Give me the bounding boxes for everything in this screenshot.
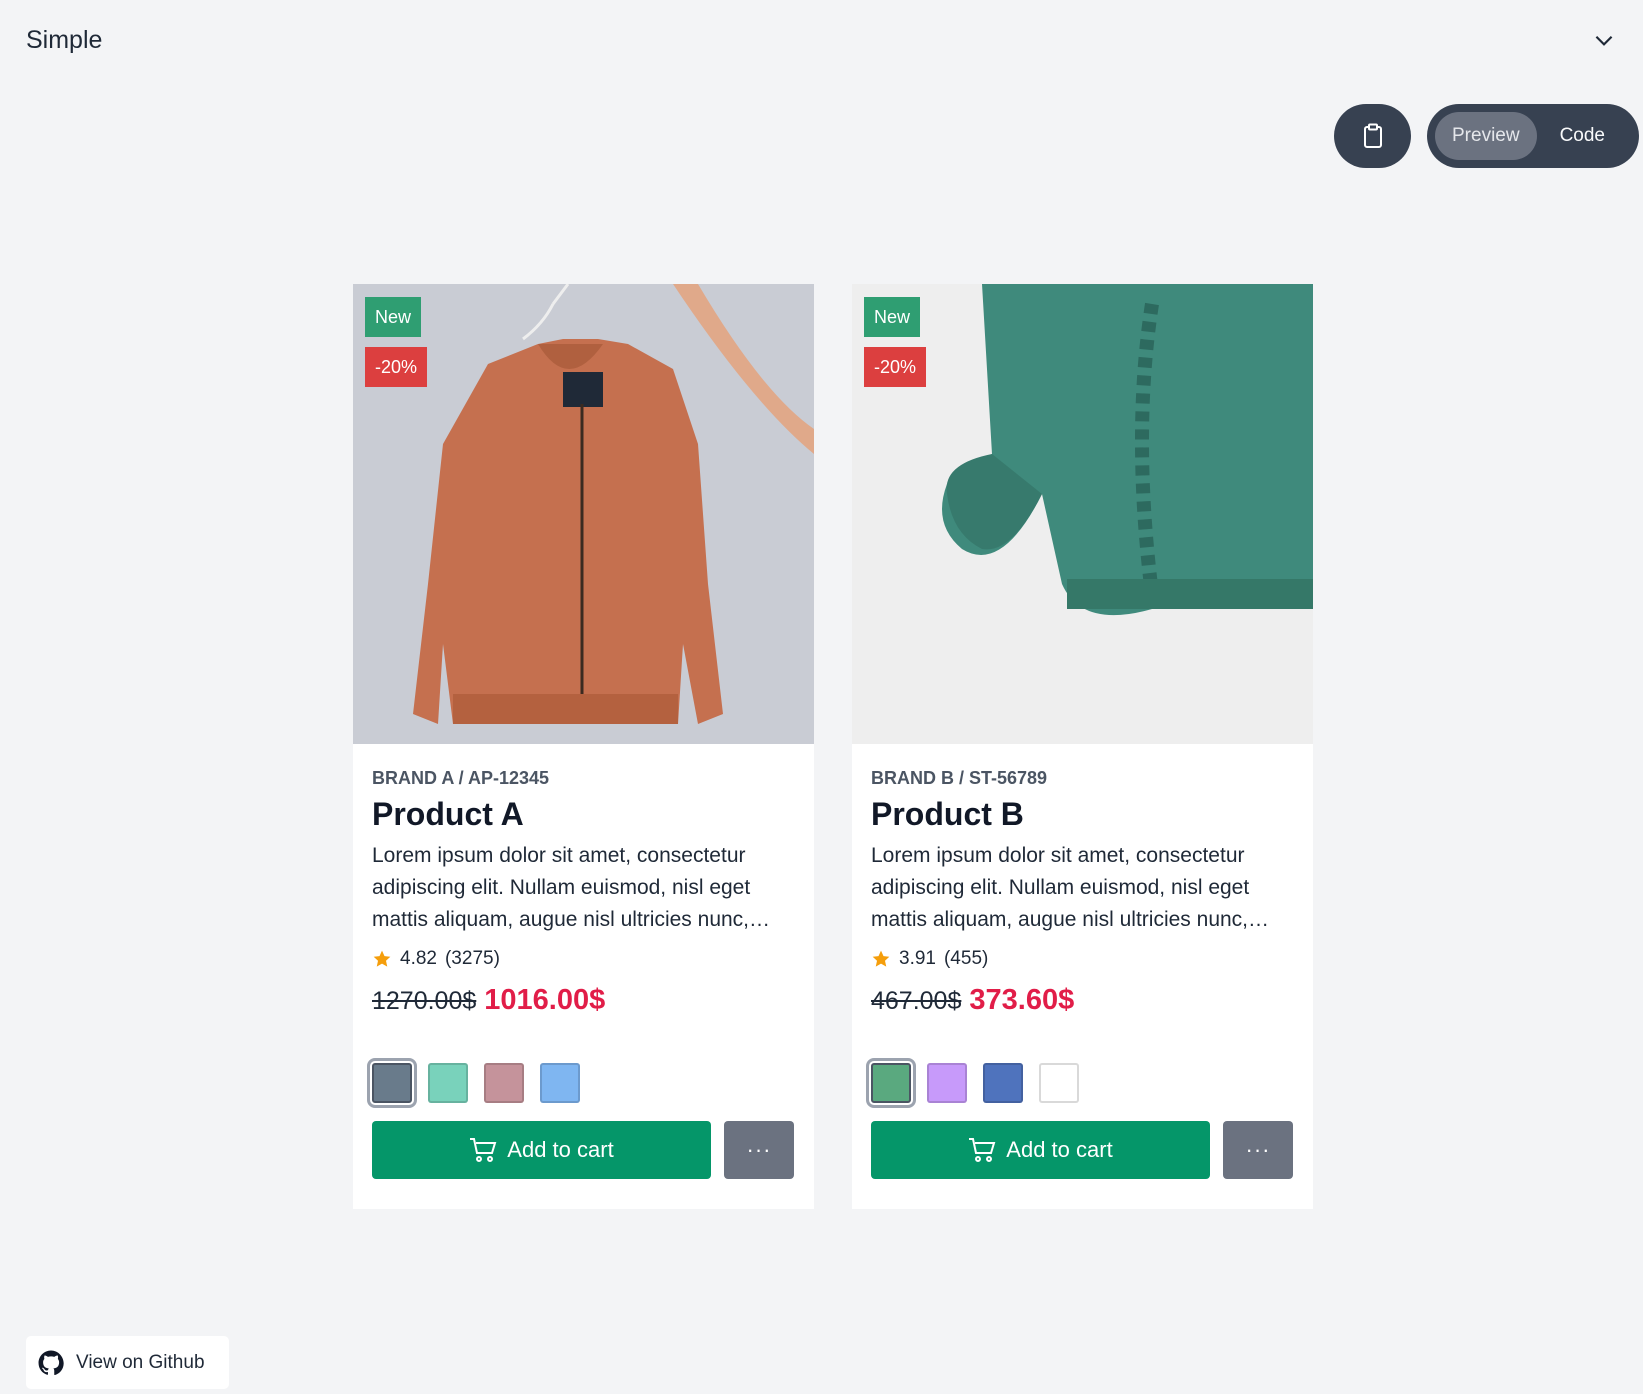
product-name[interactable]: Product A (372, 796, 795, 833)
product-card: New -20% BRAND B / ST-56789 Product B Lo… (852, 284, 1313, 1209)
old-price: 1270.00$ (372, 987, 477, 1015)
new-badge: New (365, 297, 422, 337)
star-icon (872, 950, 890, 967)
product-image[interactable]: New -20% (852, 284, 1313, 744)
color-swatch[interactable] (540, 1063, 580, 1103)
discount-badge: -20% (365, 347, 428, 387)
color-swatches (367, 1058, 795, 1108)
new-badge: New (864, 297, 921, 337)
product-card: New -20% BRAND A / AP-12345 Product A Lo… (353, 284, 814, 1209)
github-icon (38, 1350, 64, 1375)
star-icon (373, 950, 391, 967)
color-swatch[interactable] (484, 1063, 524, 1103)
rating: 3.91 (455) (871, 948, 1294, 970)
preview-tab[interactable]: Preview (1435, 112, 1537, 160)
rating-value: 3.91 (899, 948, 936, 969)
color-swatch[interactable] (983, 1063, 1023, 1103)
discount-badge: -20% (864, 347, 927, 387)
review-count: (455) (943, 948, 989, 969)
color-swatch[interactable] (367, 1058, 417, 1108)
product-description: Lorem ipsum dolor sit amet, consectetur … (871, 844, 1270, 931)
add-to-cart-button[interactable]: Add to cart (372, 1121, 711, 1179)
sale-price: 373.60$ (969, 984, 1075, 1016)
more-options-button[interactable]: ··· (724, 1121, 794, 1179)
cart-icon (470, 1138, 497, 1162)
add-to-cart-label: Add to cart (1006, 1137, 1113, 1162)
more-options-button[interactable]: ··· (1223, 1121, 1293, 1179)
copy-button[interactable] (1334, 104, 1411, 168)
color-swatch[interactable] (428, 1063, 468, 1103)
color-swatch[interactable] (1039, 1063, 1079, 1103)
rating-value: 4.82 (400, 948, 437, 969)
review-count: (3275) (444, 948, 500, 969)
color-swatches (866, 1058, 1294, 1108)
github-label: View on Github (76, 1351, 205, 1373)
brand-sku: BRAND A / AP-12345 (372, 768, 550, 788)
page-title: Simple (26, 25, 103, 54)
add-to-cart-button[interactable]: Add to cart (871, 1121, 1210, 1179)
clipboard-icon (1363, 123, 1382, 148)
view-toggle: Preview Code (1427, 104, 1639, 168)
rating: 4.82 (3275) (372, 948, 795, 970)
product-description: Lorem ipsum dolor sit amet, consectetur … (372, 844, 771, 931)
color-swatch[interactable] (927, 1063, 967, 1103)
color-swatch[interactable] (866, 1058, 916, 1108)
brand-sku: BRAND B / ST-56789 (871, 768, 1048, 788)
cart-icon (969, 1138, 996, 1162)
add-to-cart-label: Add to cart (507, 1137, 614, 1162)
chevron-down-icon[interactable] (1591, 27, 1617, 53)
page-header: Simple (0, 0, 1643, 80)
product-image[interactable]: New -20% (353, 284, 814, 744)
code-tab[interactable]: Code (1543, 112, 1622, 160)
old-price: 467.00$ (871, 987, 962, 1015)
view-on-github-link[interactable]: View on Github (26, 1336, 229, 1389)
sale-price: 1016.00$ (484, 984, 606, 1016)
product-name[interactable]: Product B (871, 796, 1294, 833)
